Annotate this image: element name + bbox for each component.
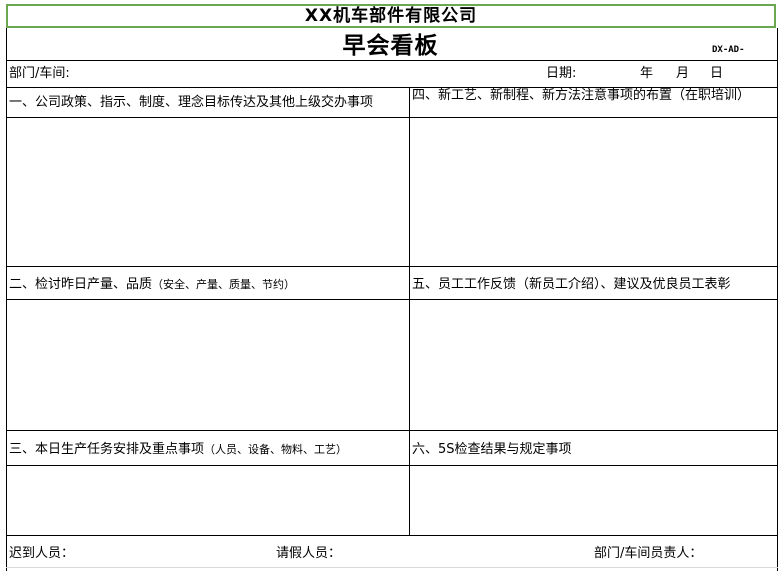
section-6-content[interactable] <box>410 466 777 535</box>
form-code: DX-AD- <box>712 45 745 55</box>
morning-meeting-board: { "company": "XX机车部件有限公司", "title": "早会看… <box>0 0 781 571</box>
section-5-title: 五、员工工作反馈（新员工介绍）、建议及优良员工表彰 <box>412 277 731 292</box>
month-label: 月 <box>676 66 690 81</box>
section-2-title: 二、检讨昨日产量、品质（安全、产量、质量、节约） <box>9 277 295 293</box>
section-2-title-note: （安全、产量、质量、节约） <box>152 278 296 291</box>
section-2-content[interactable] <box>7 300 409 430</box>
header-top-line <box>6 60 778 61</box>
section-3-title-main: 三、本日生产任务安排及重点事项 <box>9 442 205 457</box>
spreadsheet-gridline <box>6 567 778 568</box>
section-3-title: 三、本日生产任务安排及重点事项（人员、设备、物料、工艺） <box>9 442 347 458</box>
year-label: 年 <box>640 66 654 81</box>
board-title: 早会看板 <box>342 33 439 59</box>
department-responsible-label: 部门/车间员责人： <box>594 546 703 561</box>
row3-top-line <box>6 430 778 431</box>
section-2-title-main: 二、检讨昨日产量、品质 <box>9 277 153 292</box>
section-3-title-note: （人员、设备、物料、工艺） <box>204 443 348 456</box>
section-6-title: 六、5S检查结果与规定事项 <box>412 442 572 457</box>
section-4-title: 四、新工艺、新制程、新方法注意事项的布置（在职培训） <box>412 88 751 103</box>
section-1-content[interactable] <box>7 118 409 266</box>
company-name[interactable]: XX机车部件有限公司 <box>6 4 776 28</box>
leave-personnel-label: 请假人员： <box>276 546 342 561</box>
section-3-content[interactable] <box>7 466 409 535</box>
section-1-title: 一、公司政策、指示、制度、理念目标传达及其他上级交办事项 <box>9 95 374 110</box>
late-personnel-label: 迟到人员： <box>9 546 75 561</box>
section-5-content[interactable] <box>410 300 777 430</box>
footer-top-line <box>6 535 778 536</box>
date-label: 日期: <box>546 66 577 81</box>
row2-top-line <box>6 266 778 267</box>
department-label: 部门/车间: <box>9 66 70 81</box>
section-4-content[interactable] <box>410 118 777 266</box>
day-label: 日 <box>710 66 724 81</box>
